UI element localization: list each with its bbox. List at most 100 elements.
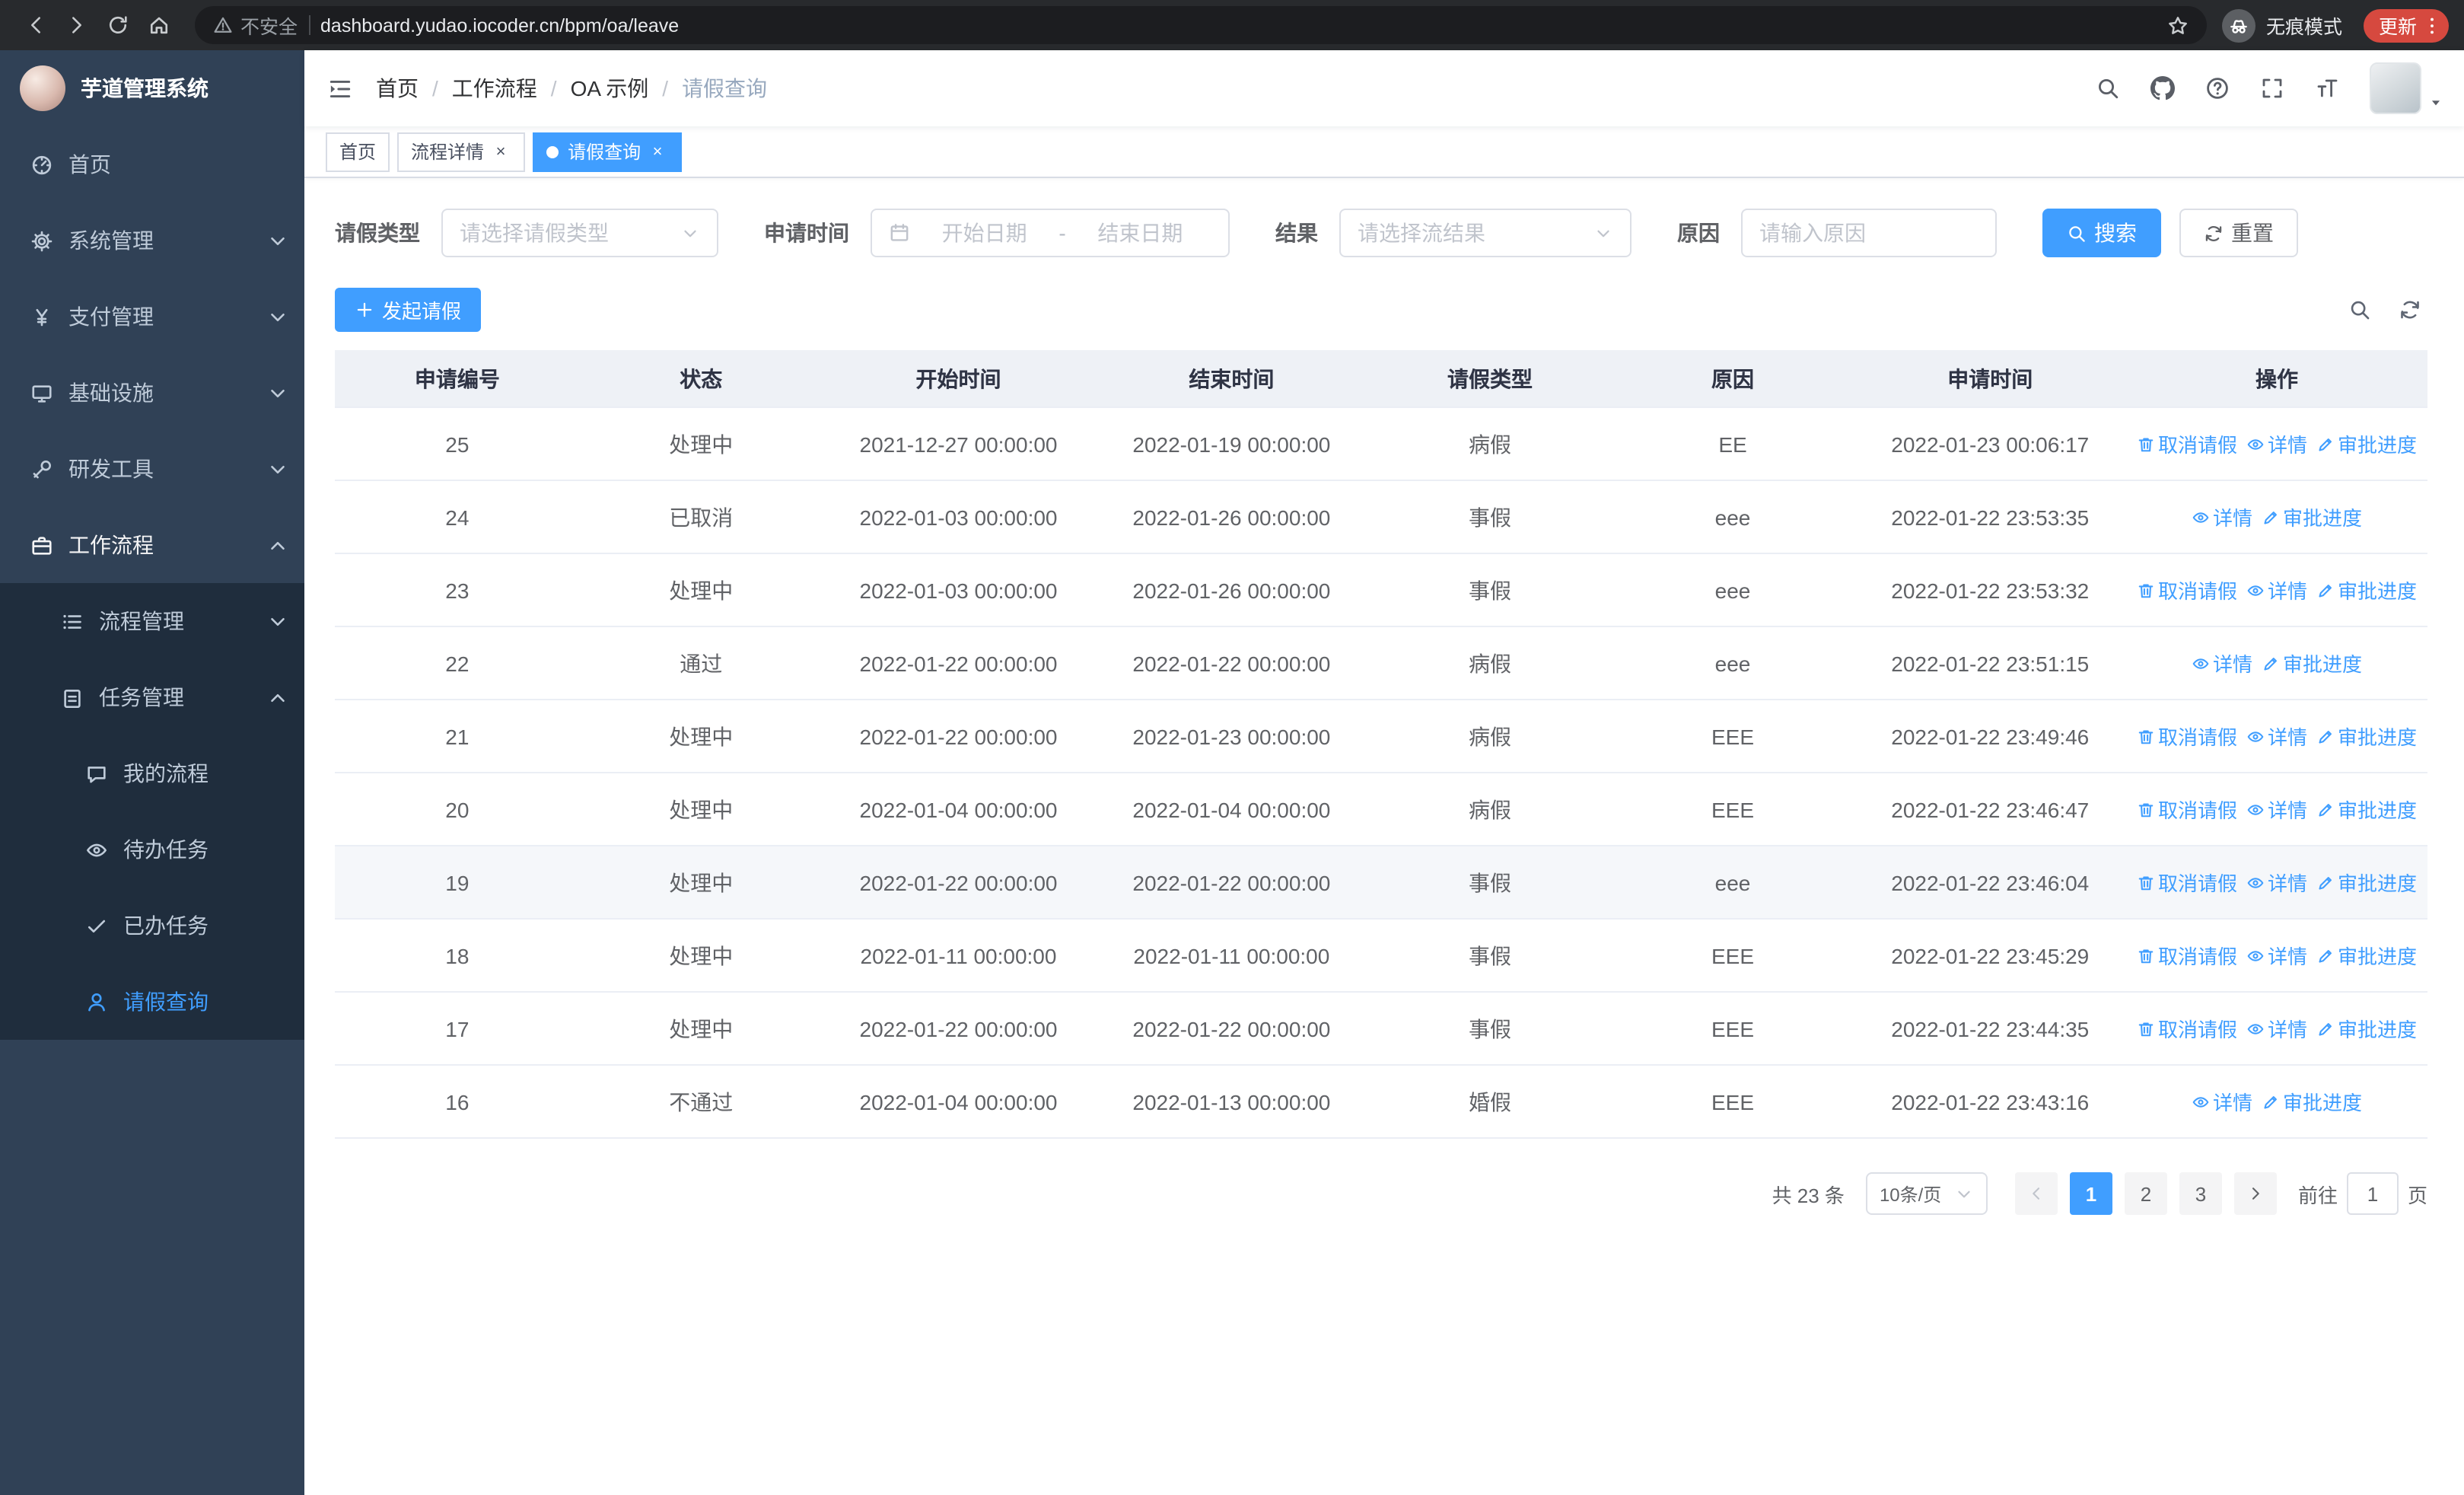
column-header: 请假类型	[1447, 366, 1533, 390]
cell-leave-type: 事假	[1469, 1016, 1511, 1041]
action-progress-link[interactable]: 审批进度	[2316, 575, 2417, 604]
table-row: 18 处理中 2022-01-11 00:00:00 2022-01-11 00:00…	[335, 920, 2427, 993]
reason-input[interactable]	[1741, 209, 1997, 257]
action-label: 详情	[2212, 507, 2252, 530]
action-detail-link[interactable]: 详情	[2192, 502, 2252, 531]
reset-button[interactable]: 重置	[2179, 209, 2298, 257]
browser-menu-icon[interactable]	[2421, 14, 2443, 36]
browser-back-button[interactable]	[15, 5, 56, 46]
header-search-icon[interactable]	[2096, 76, 2120, 100]
search-button[interactable]: 搜索	[2042, 209, 2161, 257]
action-detail-link[interactable]: 详情	[2246, 868, 2307, 897]
action-cancel-link[interactable]: 取消请假	[2137, 1014, 2237, 1043]
next-page-button[interactable]	[2233, 1172, 2277, 1215]
browser-forward-button[interactable]	[56, 5, 97, 46]
cell-apply-time: 2022-01-22 23:44:35	[1891, 1016, 2090, 1041]
action-cancel-link[interactable]: 取消请假	[2137, 575, 2237, 604]
sidebar-item-process-management[interactable]: 流程管理	[0, 583, 304, 659]
action-progress-link[interactable]: 审批进度	[2316, 722, 2417, 751]
action-detail-link[interactable]: 详情	[2192, 1087, 2252, 1116]
cell-apply-time: 2022-01-22 23:53:35	[1891, 505, 2090, 529]
action-progress-link[interactable]: 审批进度	[2316, 941, 2417, 970]
filter-result: 结果 请选择流结果	[1275, 209, 1632, 257]
breadcrumb-item[interactable]: OA 示例	[571, 73, 649, 104]
refresh-table-icon[interactable]	[2399, 298, 2421, 321]
sidebar-item-home[interactable]: 首页	[0, 126, 304, 202]
close-icon[interactable]: ×	[647, 141, 668, 162]
action-progress-link[interactable]: 审批进度	[2316, 1014, 2417, 1043]
sidebar-toggle-icon[interactable]	[304, 75, 376, 101]
action-detail-link[interactable]: 详情	[2246, 429, 2307, 458]
sidebar-item-workflow[interactable]: 工作流程	[0, 507, 304, 583]
github-icon[interactable]	[2150, 76, 2175, 100]
sidebar-item-task-management[interactable]: 任务管理	[0, 659, 304, 735]
goto-page-input[interactable]	[2346, 1172, 2399, 1215]
help-icon[interactable]	[2205, 76, 2230, 100]
cell-actions: 详情 审批进度	[2126, 1087, 2427, 1116]
url-text[interactable]: dashboard.yudao.iocoder.cn/bpm/oa/leave	[320, 14, 2157, 36]
sidebar-item-infrastructure[interactable]: 基础设施	[0, 355, 304, 431]
sidebar-item-payment-management[interactable]: 支付管理	[0, 279, 304, 355]
action-progress-link[interactable]: 审批进度	[2316, 868, 2417, 897]
app-logo[interactable]: 芋道管理系统	[0, 50, 304, 126]
action-detail-link[interactable]: 详情	[2246, 795, 2307, 824]
action-detail-link[interactable]: 详情	[2246, 575, 2307, 604]
page-size-select[interactable]: 10条/页	[1865, 1172, 1988, 1215]
page-button-2[interactable]: 2	[2124, 1172, 2167, 1215]
action-label: 审批进度	[2338, 580, 2418, 603]
breadcrumb-separator: /	[432, 76, 438, 100]
toggle-search-icon[interactable]	[2348, 298, 2371, 321]
action-detail-link[interactable]: 详情	[2246, 722, 2307, 751]
view-tag[interactable]: 首页	[326, 132, 390, 171]
action-cancel-link[interactable]: 取消请假	[2137, 429, 2237, 458]
sidebar-item-my-process[interactable]: 我的流程	[0, 735, 304, 811]
close-icon[interactable]: ×	[490, 141, 511, 162]
action-cancel-link[interactable]: 取消请假	[2137, 868, 2237, 897]
incognito-label: 无痕模式	[2265, 17, 2342, 38]
action-label: 审批进度	[2338, 872, 2418, 895]
browser-reload-button[interactable]	[97, 5, 138, 46]
leave-type-select[interactable]: 请选择请假类型	[441, 209, 718, 257]
view-tag[interactable]: 请假查询 ×	[533, 132, 683, 171]
page-button-1[interactable]: 1	[2069, 1172, 2112, 1215]
prev-page-button[interactable]	[2014, 1172, 2058, 1215]
sidebar-item-todo-tasks[interactable]: 待办任务	[0, 811, 304, 888]
cell-end-time: 2022-01-19 00:00:00	[1132, 432, 1331, 456]
browser-home-button[interactable]	[138, 5, 180, 46]
view-tag[interactable]: 流程详情 ×	[397, 132, 526, 171]
apply-time-range-picker[interactable]: 开始日期 - 结束日期	[871, 209, 1230, 257]
address-bar[interactable]: 不安全 dashboard.yudao.iocoder.cn/bpm/oa/le…	[195, 6, 2207, 44]
bookmark-star-icon[interactable]	[2167, 14, 2189, 36]
sidebar-item-done-tasks[interactable]: 已办任务	[0, 888, 304, 964]
result-select[interactable]: 请选择流结果	[1339, 209, 1632, 257]
user-menu[interactable]	[2370, 62, 2443, 114]
create-leave-button[interactable]: 发起请假	[335, 288, 482, 332]
breadcrumb-item[interactable]: 工作流程	[452, 73, 537, 104]
edit-icon	[2262, 654, 2280, 672]
fullscreen-icon[interactable]	[2260, 76, 2284, 100]
action-detail-link[interactable]: 详情	[2192, 649, 2252, 677]
browser-update-button[interactable]: 更新	[2363, 8, 2449, 42]
action-cancel-link[interactable]: 取消请假	[2137, 795, 2237, 824]
cell-status: 处理中	[669, 724, 734, 748]
yen-icon	[30, 305, 53, 328]
font-size-icon[interactable]	[2315, 76, 2339, 100]
action-detail-link[interactable]: 详情	[2246, 1014, 2307, 1043]
table-toolbar: 发起请假	[335, 288, 2427, 332]
action-progress-link[interactable]: 审批进度	[2262, 649, 2362, 677]
breadcrumb-item[interactable]: 首页	[376, 73, 419, 104]
action-cancel-link[interactable]: 取消请假	[2137, 941, 2237, 970]
action-detail-link[interactable]: 详情	[2246, 941, 2307, 970]
action-progress-link[interactable]: 审批进度	[2316, 429, 2417, 458]
sidebar-item-dev-tools[interactable]: 研发工具	[0, 431, 304, 507]
page-button-3[interactable]: 3	[2179, 1172, 2222, 1215]
action-cancel-link[interactable]: 取消请假	[2137, 722, 2237, 751]
sidebar-item-system-management[interactable]: 系统管理	[0, 202, 304, 279]
sidebar-item-leave-query[interactable]: 请假查询	[0, 964, 304, 1040]
action-progress-link[interactable]: 审批进度	[2262, 502, 2362, 531]
security-warning[interactable]: 不安全	[213, 11, 298, 40]
action-progress-link[interactable]: 审批进度	[2316, 795, 2417, 824]
dashboard-icon	[30, 153, 53, 176]
incognito-icon	[2221, 8, 2255, 42]
action-progress-link[interactable]: 审批进度	[2262, 1087, 2362, 1116]
